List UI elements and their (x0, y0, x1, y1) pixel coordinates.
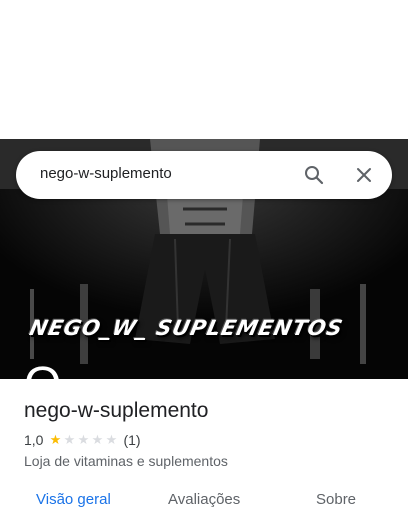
star-filled-icon: ★ (49, 432, 62, 447)
place-name: nego-w-suplemento (24, 399, 209, 422)
star-empty-icon: ★ (77, 432, 90, 447)
star-empty-icon: ★ (91, 432, 104, 447)
star-empty-icon: ★ (63, 432, 76, 447)
rating-row[interactable]: 1,0 ★ ★ ★ ★ ★ (1) (24, 432, 141, 448)
place-details-sheet: nego-w-suplemento 1,0 ★ ★ ★ ★ ★ (1) Loja de … (0, 379, 408, 518)
rating-stars: ★ ★ ★ ★ ★ (48, 433, 118, 447)
search-input[interactable]: nego-w-suplemento (40, 165, 172, 182)
place-tabs: Visão geral Avaliações Sobre (0, 490, 408, 518)
tab-overview[interactable]: Visão geral (36, 491, 111, 508)
search-bar[interactable]: nego-w-suplemento (16, 151, 392, 199)
tab-reviews[interactable]: Avaliações (168, 491, 240, 508)
rating-value: 1,0 (24, 432, 44, 448)
review-count[interactable]: (1) (123, 432, 140, 448)
search-icon[interactable] (302, 163, 326, 187)
brand-overlay-text: NEGO_W_ SUPLEMENTOS (27, 316, 346, 340)
close-icon[interactable] (352, 163, 376, 187)
tab-about[interactable]: Sobre (316, 491, 356, 508)
star-empty-icon: ★ (105, 432, 118, 447)
place-category[interactable]: Loja de vitaminas e suplementos (24, 453, 228, 469)
photo-caption-text: O (24, 361, 61, 380)
